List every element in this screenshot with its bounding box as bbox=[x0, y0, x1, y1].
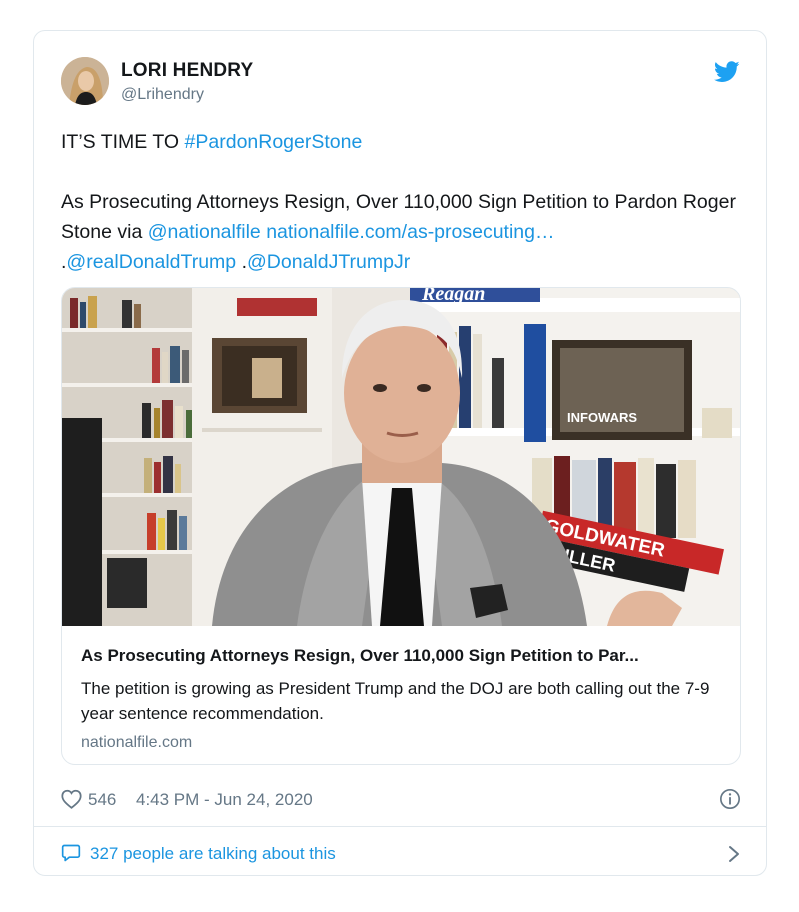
tweet-line-2: As Prosecuting Attorneys Resign, Over 11… bbox=[61, 187, 751, 247]
link-preview-title[interactable]: As Prosecuting Attorneys Resign, Over 11… bbox=[81, 646, 721, 666]
tweet-text-segment: IT’S TIME TO bbox=[61, 131, 185, 153]
conversation-count[interactable]: 327 people are talking about this bbox=[90, 844, 336, 864]
link-preview-meta: As Prosecuting Attorneys Resign, Over 11… bbox=[81, 646, 721, 752]
reagan-book-text: Reagan bbox=[421, 288, 485, 305]
tweet-text-segment: . bbox=[236, 251, 247, 273]
avatar[interactable] bbox=[61, 57, 109, 105]
info-icon[interactable] bbox=[719, 788, 741, 810]
link-preview-card[interactable]: Reagan INFOWARS GOLDWATER MILLER As Pros… bbox=[61, 287, 741, 765]
article-url-link[interactable]: nationalfile.com/as-prosecuting… bbox=[266, 221, 554, 243]
tweet-line-3: .@realDonaldTrump .@DonaldJTrumpJr bbox=[61, 247, 751, 277]
preview-image[interactable]: Reagan INFOWARS GOLDWATER MILLER bbox=[62, 288, 740, 626]
tweet-timestamp[interactable]: 4:43 PM - Jun 24, 2020 bbox=[136, 790, 313, 810]
twitter-bird-icon[interactable] bbox=[714, 61, 740, 83]
author-handle[interactable]: @Lrihendry bbox=[121, 86, 204, 104]
link-preview-domain: nationalfile.com bbox=[81, 734, 193, 751]
divider bbox=[34, 826, 766, 827]
speech-bubble-icon bbox=[61, 844, 81, 862]
hashtag-link[interactable]: #PardonRogerStone bbox=[185, 131, 363, 153]
author-name[interactable]: LORI HENDRY bbox=[121, 60, 253, 82]
heart-icon[interactable] bbox=[61, 789, 82, 809]
chevron-right-icon[interactable] bbox=[727, 844, 741, 864]
mention-link-realdonaldtrump[interactable]: @realDonaldTrump bbox=[66, 251, 236, 273]
conversation-link[interactable]: 327 people are talking about this bbox=[61, 841, 741, 867]
tweet-body: IT’S TIME TO #PardonRogerStone As Prosec… bbox=[61, 127, 751, 277]
like-count[interactable]: 546 bbox=[88, 790, 116, 810]
infowars-logo-text: INFOWARS bbox=[567, 410, 637, 425]
link-preview-description: The petition is growing as President Tru… bbox=[81, 679, 710, 723]
mention-link-nationalfile[interactable]: @nationalfile bbox=[148, 221, 261, 243]
tweet-line-1: IT’S TIME TO #PardonRogerStone bbox=[61, 127, 751, 157]
tweet-meta-row: 546 4:43 PM - Jun 24, 2020 bbox=[61, 788, 741, 812]
embedded-tweet-card: LORI HENDRY @Lrihendry IT’S TIME TO #Par… bbox=[33, 30, 767, 876]
mention-link-donaldjtrumpjr[interactable]: @DonaldJTrumpJr bbox=[247, 251, 410, 273]
